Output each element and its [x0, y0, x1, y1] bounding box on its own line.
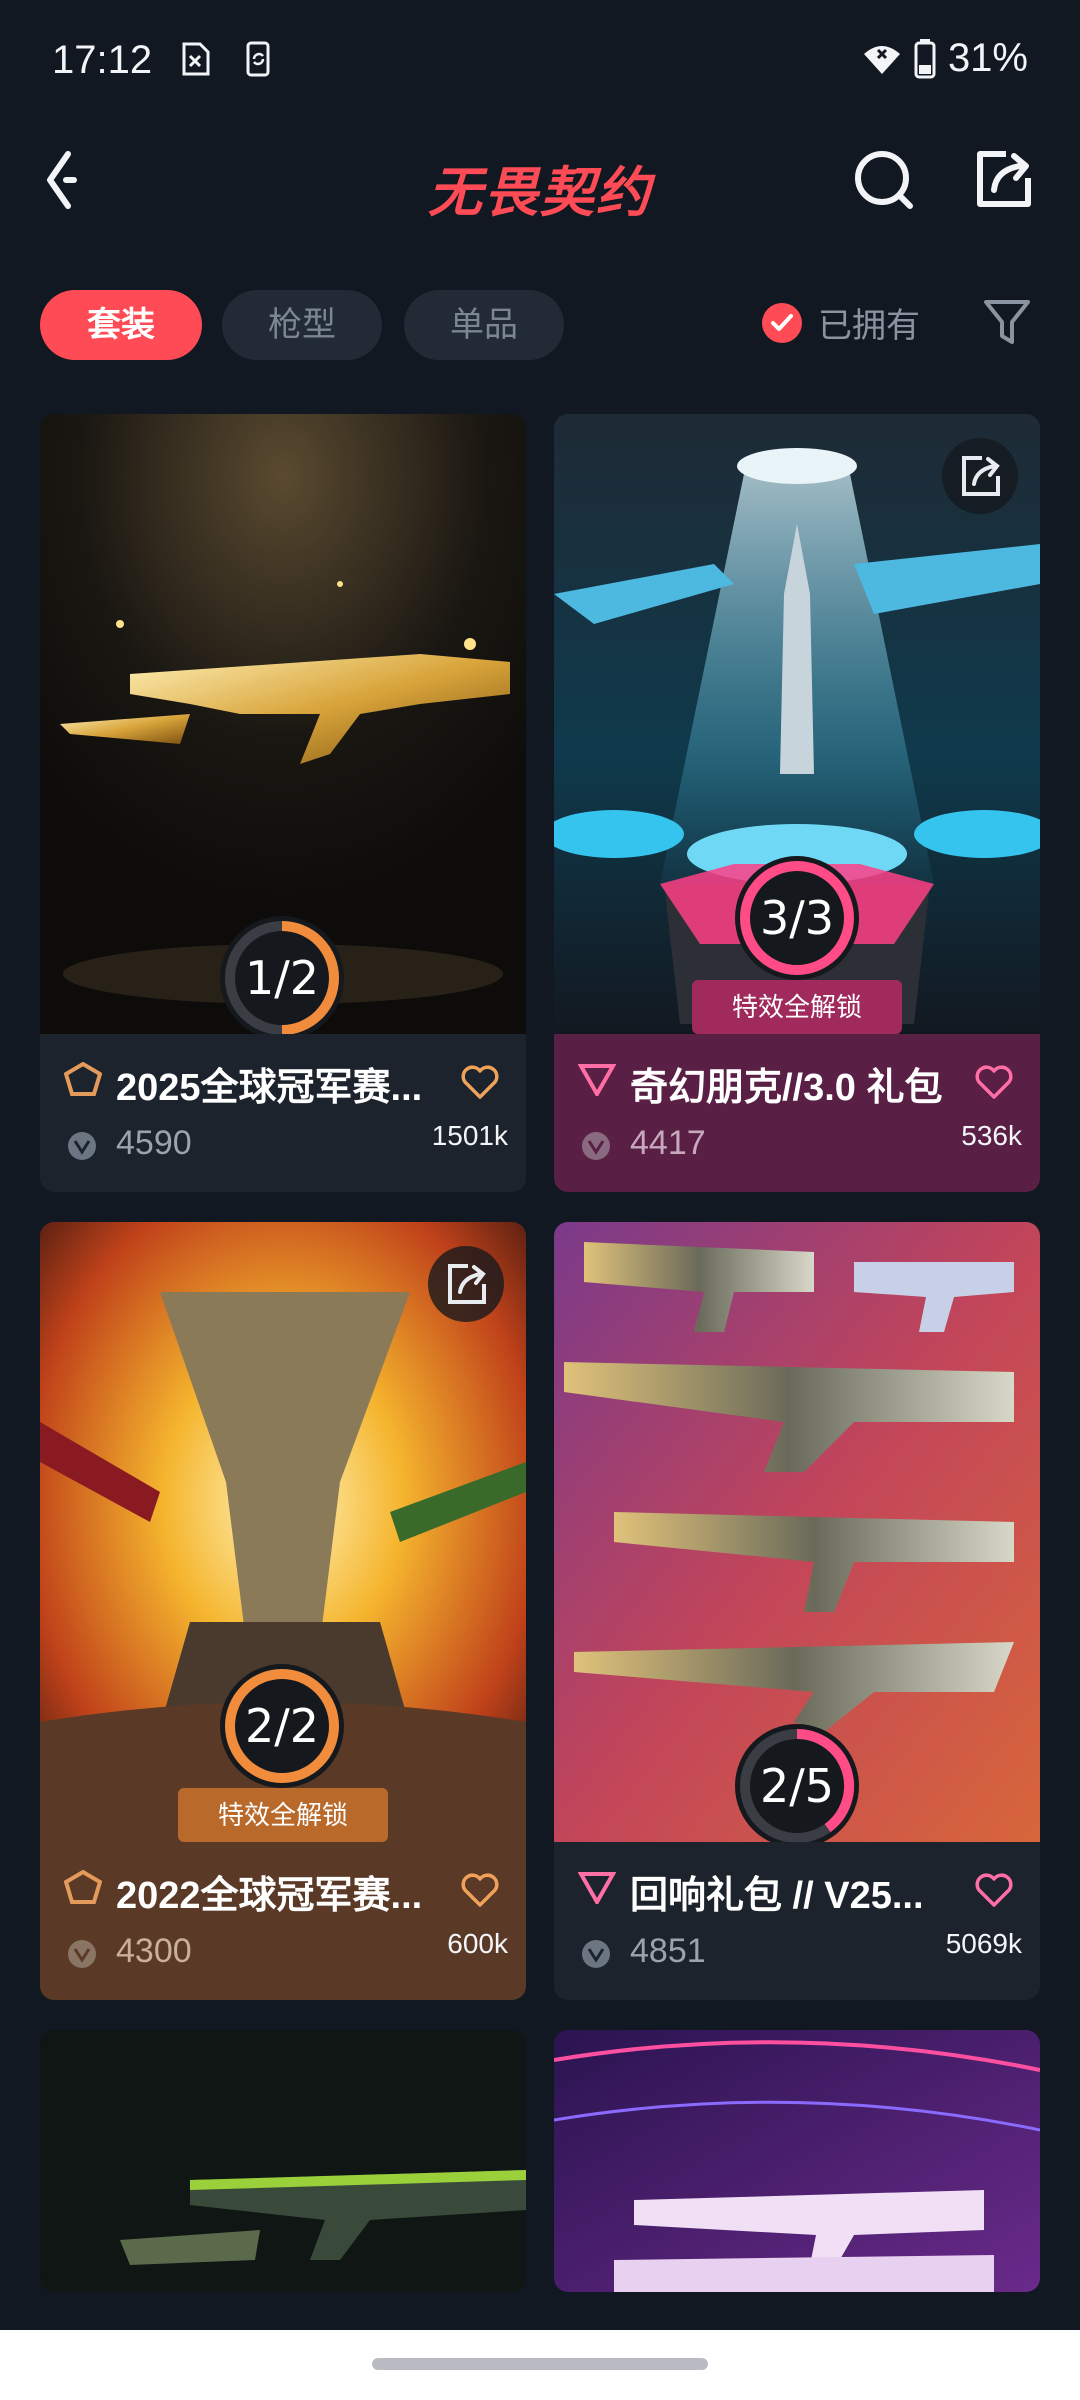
check-icon — [762, 302, 802, 343]
vp-currency-icon — [582, 1940, 610, 1968]
bundle-info: 奇幻朋克//3.0 礼包 4417 536k — [554, 1034, 1040, 1192]
bundle-image — [40, 2030, 526, 2292]
home-indicator[interactable] — [372, 2358, 708, 2370]
unlock-progress: 1/2 — [218, 914, 346, 1042]
rank-icon — [64, 1870, 102, 1904]
bundle-card[interactable]: 3/3 特效全解锁 奇幻朋克//3.0 礼包 4417 536k — [554, 414, 1040, 1192]
status-time: 17:12 — [52, 38, 153, 82]
filter-icon[interactable] — [980, 294, 1034, 350]
rank-icon — [64, 1062, 102, 1096]
bundle-price: 4590 — [116, 1124, 192, 1162]
tab-weapon-type[interactable]: 枪型 — [222, 290, 382, 360]
vp-currency-icon — [68, 1940, 96, 1968]
like-count: 536k — [961, 1120, 1022, 1151]
bundle-image — [554, 2030, 1040, 2292]
bundle-name: 2022全球冠军赛... — [116, 1875, 423, 1917]
phone-sync-icon — [246, 41, 270, 77]
top-header: 无畏契约 — [0, 120, 1080, 240]
progress-text: 3/3 — [759, 891, 835, 945]
like-count: 5069k — [945, 1928, 1022, 1959]
bundle-card[interactable] — [554, 2030, 1040, 2292]
progress-text: 2/2 — [244, 1699, 320, 1753]
search-icon[interactable] — [846, 142, 922, 218]
heart-icon[interactable] — [974, 1064, 1014, 1100]
bundle-card[interactable] — [40, 2030, 526, 2292]
battery-icon — [914, 38, 936, 78]
owned-label: 已拥有 — [818, 307, 920, 345]
bundle-info: 2025全球冠军赛... 4590 1501k — [40, 1034, 526, 1192]
card-share-button[interactable] — [428, 1246, 504, 1322]
bundle-card[interactable]: 1/2 2025全球冠军赛... 4590 1501k — [40, 414, 526, 1192]
tab-single-item[interactable]: 单品 — [404, 290, 564, 360]
share-icon — [962, 456, 1000, 496]
progress-text: 1/2 — [244, 951, 320, 1005]
bundle-card[interactable]: 2/5 回响礼包 // V25... 4851 5069k — [554, 1222, 1040, 2000]
bundle-price: 4851 — [630, 1932, 706, 1970]
battery-percent: 31% — [947, 36, 1028, 80]
rank-icon — [578, 1872, 616, 1904]
unlock-progress: 2/5 — [733, 1722, 861, 1850]
share-icon — [448, 1264, 486, 1304]
effects-unlocked-badge: 特效全解锁 — [178, 1788, 388, 1842]
tab-suits[interactable]: 套装 — [40, 290, 202, 360]
progress-text: 2/5 — [759, 1759, 835, 1813]
unlock-progress: 3/3 — [733, 854, 861, 982]
heart-icon[interactable] — [974, 1872, 1014, 1908]
share-icon[interactable] — [966, 142, 1042, 218]
effects-unlocked-badge: 特效全解锁 — [692, 980, 902, 1034]
heart-icon[interactable] — [460, 1064, 500, 1100]
status-bar: 17:12 31% — [0, 0, 1080, 120]
bundle-name: 2025全球冠军赛... — [116, 1067, 423, 1109]
vp-currency-icon — [68, 1132, 96, 1160]
bundle-name: 回响礼包 // V25... — [630, 1875, 924, 1917]
heart-icon[interactable] — [460, 1872, 500, 1908]
owned-toggle[interactable]: 已拥有 — [762, 298, 920, 347]
like-count: 1501k — [431, 1120, 508, 1151]
rank-icon — [578, 1064, 616, 1096]
card-share-button[interactable] — [942, 438, 1018, 514]
bundle-name: 奇幻朋克//3.0 礼包 — [630, 1067, 943, 1109]
bundle-price: 4417 — [630, 1124, 706, 1162]
sim-off-icon — [182, 42, 210, 76]
vp-currency-icon — [582, 1132, 610, 1160]
bundle-price: 4300 — [116, 1932, 192, 1970]
bundle-card[interactable]: 2/2 特效全解锁 2022全球冠军赛... 4300 600k — [40, 1222, 526, 2000]
filter-bar: 套装 枪型 单品 已拥有 — [40, 290, 1040, 360]
unlock-progress: 2/2 — [218, 1662, 346, 1790]
wifi-icon — [863, 45, 900, 74]
bundle-info: 2022全球冠军赛... 4300 600k — [40, 1842, 526, 2000]
bundle-info: 回响礼包 // V25... 4851 5069k — [554, 1842, 1040, 2000]
like-count: 600k — [447, 1928, 508, 1959]
